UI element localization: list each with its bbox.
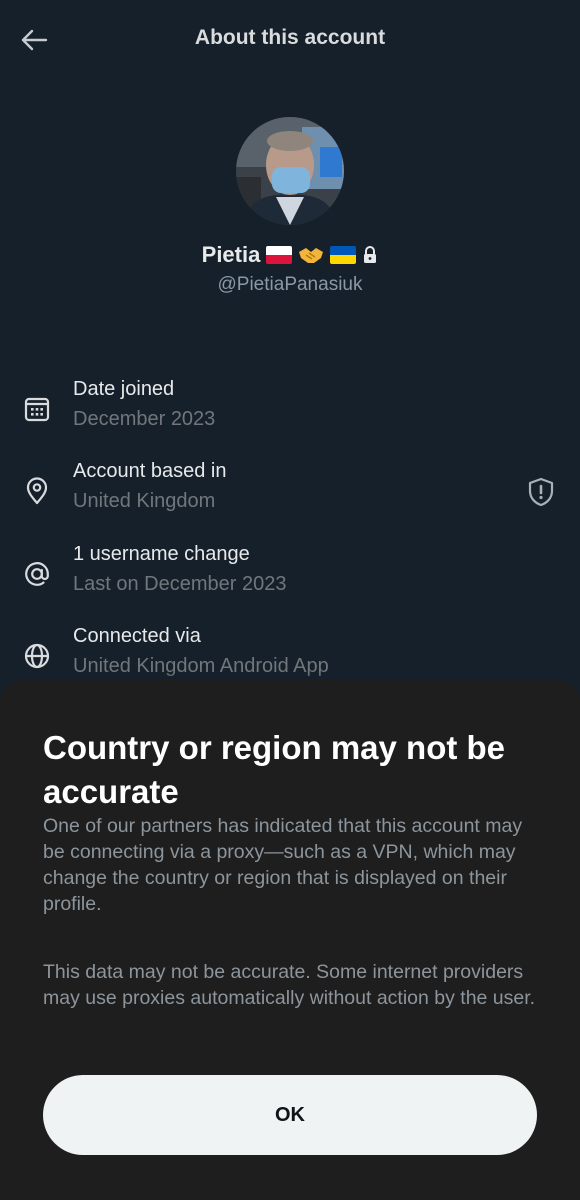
- avatar[interactable]: [236, 117, 344, 225]
- info-row-account-based-in: Account based in United Kingdom: [0, 458, 580, 522]
- calendar-icon: [24, 397, 50, 422]
- info-subtitle: December 2023: [73, 408, 216, 430]
- poland-flag-icon: [266, 246, 293, 264]
- ukraine-flag-icon: [330, 246, 357, 264]
- top-bar: About this account: [0, 0, 580, 80]
- dialog-paragraph-proxy: One of our partners has indicated that t…: [43, 815, 523, 915]
- at-sign-icon: [25, 562, 49, 586]
- info-title: Date joined: [73, 378, 175, 400]
- info-title: Account based in: [73, 460, 227, 482]
- info-subtitle: Last on December 2023: [73, 573, 287, 595]
- lock-icon: [362, 246, 378, 264]
- about-account-screen: About this account Pietia @PietiaPanasiu…: [0, 0, 580, 1200]
- globe-icon: [24, 643, 50, 669]
- profile-handle: @PietiaPanasiuk: [217, 274, 363, 295]
- handshake-icon: [298, 246, 324, 264]
- location-pin-icon: [26, 477, 48, 505]
- ok-button[interactable]: OK: [43, 1075, 537, 1155]
- info-row-date-joined: Date joined December 2023: [0, 376, 580, 440]
- info-subtitle: United Kingdom: [73, 490, 216, 512]
- bottom-sheet-dialog: Country or region may not be accurate On…: [0, 680, 580, 1200]
- profile-photo: [236, 117, 344, 225]
- profile-name-row: Pietia: [0, 242, 580, 268]
- dialog-title: Country or region may not be accurate: [43, 729, 506, 810]
- info-title: Connected via: [73, 625, 201, 647]
- info-title: 1 username change: [73, 543, 250, 565]
- page-title: About this account: [194, 26, 386, 49]
- shield-alert-icon[interactable]: [526, 476, 556, 508]
- dialog-paragraph-accuracy: This data may not be accurate. Some inte…: [43, 961, 536, 1009]
- info-row-username-change: 1 username change Last on December 2023: [0, 541, 580, 605]
- display-name: Pietia: [201, 242, 261, 267]
